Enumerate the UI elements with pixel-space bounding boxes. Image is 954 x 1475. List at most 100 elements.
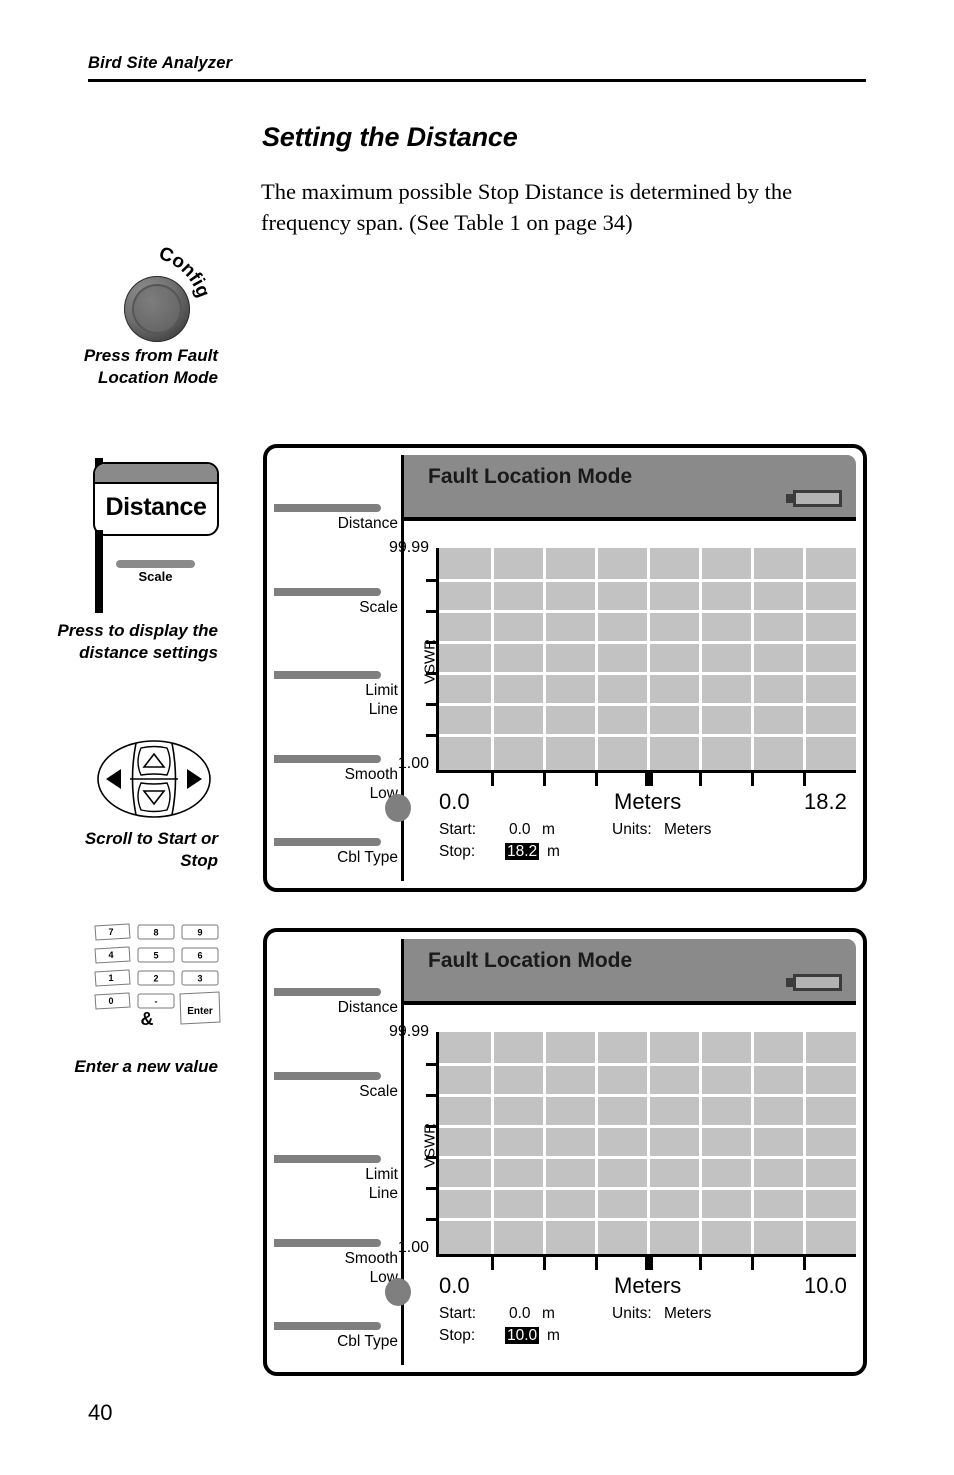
softkey-bar bbox=[274, 755, 381, 763]
softkey-bar bbox=[274, 838, 381, 846]
stop-label: Stop: bbox=[439, 1327, 476, 1344]
stop-value: 18.2 bbox=[505, 843, 540, 860]
x-max-label: 10.0 bbox=[804, 1273, 847, 1298]
gridline bbox=[439, 703, 856, 706]
key-8: 8 bbox=[153, 928, 158, 938]
chart-plot-area-1 bbox=[426, 548, 856, 786]
x-axis-tick bbox=[595, 1254, 598, 1270]
gridline bbox=[439, 641, 856, 644]
sidebar-item-label: Distance bbox=[337, 999, 398, 1016]
units-value: Meters bbox=[664, 1305, 712, 1322]
screen-2: Distance Scale Limit Line Smooth Low Cbl… bbox=[274, 939, 856, 1365]
x-axis-title: Meters bbox=[614, 1273, 682, 1298]
sidebar-item-label: Cbl Type bbox=[337, 1333, 398, 1350]
instrument-panel-2: Distance Scale Limit Line Smooth Low Cbl… bbox=[263, 928, 867, 1376]
softkey-bar bbox=[274, 988, 381, 996]
x-axis-tick bbox=[699, 770, 702, 786]
x-axis-center-marker bbox=[645, 1257, 653, 1270]
config-curved-text: Config bbox=[156, 243, 214, 300]
sidebar-item-label-2: Low bbox=[369, 1268, 398, 1286]
distance-caption: Press to display the distance settings bbox=[57, 621, 218, 662]
softkey-bar bbox=[274, 1239, 381, 1247]
sidebar-item-scale[interactable]: Scale bbox=[274, 1072, 401, 1102]
titlebar-2: Fault Location Mode bbox=[404, 939, 856, 1005]
x-axis-tick bbox=[751, 770, 754, 786]
dpad-down-arrow bbox=[142, 790, 166, 806]
chart-plot-area-2 bbox=[426, 1032, 856, 1270]
x-min-label: 0.0 bbox=[439, 1273, 470, 1298]
sidebar-item-label-2: Line bbox=[368, 700, 398, 718]
key-enter: Enter bbox=[187, 1006, 213, 1017]
y-axis-tick bbox=[426, 1187, 439, 1190]
sidebar-item-label: Limit bbox=[365, 1166, 398, 1183]
battery-icon bbox=[793, 974, 842, 991]
gridline bbox=[439, 1094, 856, 1097]
gridline bbox=[439, 610, 856, 613]
key-5: 5 bbox=[153, 951, 158, 961]
gridline bbox=[439, 672, 856, 675]
stop-value-field[interactable]: 18.2 bbox=[505, 843, 540, 861]
stop-unit: m bbox=[547, 843, 560, 860]
x-axis-tick bbox=[543, 1254, 546, 1270]
battery-nub bbox=[786, 978, 793, 987]
key-6: 6 bbox=[197, 951, 202, 961]
screen-1: Distance Scale Limit Line Smooth Low Cbl… bbox=[274, 455, 856, 881]
key-2: 2 bbox=[153, 974, 158, 984]
stop-value-field[interactable]: 10.0 bbox=[505, 1327, 540, 1345]
sidebar-item-distance[interactable]: Distance bbox=[274, 504, 401, 534]
x-axis-tick bbox=[491, 1254, 494, 1270]
mode-title: Fault Location Mode bbox=[428, 465, 633, 488]
stop-label: Stop: bbox=[439, 843, 476, 860]
y-axis-tick bbox=[426, 734, 439, 737]
gridline bbox=[439, 1063, 856, 1066]
keypad-icon[interactable]: 7 8 9 4 5 6 1 2 3 0 - Enter & bbox=[93, 922, 221, 1032]
battery-icon bbox=[793, 490, 842, 507]
softkey-column-2: Distance Scale Limit Line Smooth Low Cbl… bbox=[274, 939, 404, 1365]
callout-stem bbox=[95, 530, 103, 613]
gridline bbox=[439, 579, 856, 582]
scale-softkey-label: Scale bbox=[138, 569, 173, 584]
key-4: 4 bbox=[108, 950, 113, 960]
key-minus: - bbox=[155, 997, 158, 1007]
gridline bbox=[439, 1187, 856, 1190]
sidebar-item-cbl-type[interactable]: Cbl Type bbox=[274, 1322, 401, 1352]
start-unit: m bbox=[542, 821, 555, 838]
dpad-svg bbox=[97, 740, 211, 818]
scale-softkey-bar[interactable] bbox=[116, 560, 195, 568]
key-9: 9 bbox=[197, 928, 202, 938]
gridline bbox=[439, 1125, 856, 1128]
y-axis-tick bbox=[426, 610, 439, 613]
sidebar-item-label: Distance bbox=[337, 515, 398, 532]
marker-button[interactable] bbox=[385, 1278, 411, 1306]
y-min-label: 1.00 bbox=[397, 1239, 429, 1256]
marker-button[interactable] bbox=[385, 794, 411, 822]
start-unit: m bbox=[542, 1305, 555, 1322]
units-label: Units: bbox=[612, 821, 652, 838]
sidebar-item-scale[interactable]: Scale bbox=[274, 588, 401, 618]
sidebar-item-distance[interactable]: Distance bbox=[274, 988, 401, 1018]
y-axis-tick bbox=[426, 641, 439, 644]
page-number: 40 bbox=[88, 1400, 113, 1425]
sidebar-item-cbl-type[interactable]: Cbl Type bbox=[274, 838, 401, 868]
distance-softkey-button[interactable]: Distance bbox=[93, 462, 219, 536]
softkey-bar bbox=[274, 671, 381, 679]
body-paragraph: The maximum possible Stop Distance is de… bbox=[261, 179, 793, 235]
instruction-column: Config Press from Fault Location Mode Di… bbox=[0, 0, 250, 1475]
x-axis-tick bbox=[699, 1254, 702, 1270]
gridline bbox=[439, 734, 856, 737]
y-axis-tick bbox=[426, 1094, 439, 1097]
dpad-icon[interactable] bbox=[96, 740, 212, 818]
softkey-bar bbox=[274, 504, 381, 512]
sidebar-item-label-2: Line bbox=[368, 1184, 398, 1202]
units-label: Units: bbox=[612, 1305, 652, 1322]
sidebar-item-limit-line[interactable]: Limit Line bbox=[274, 1155, 401, 1203]
keypad-svg: 7 8 9 4 5 6 1 2 3 0 - Enter & bbox=[94, 923, 221, 1029]
stop-unit: m bbox=[547, 1327, 560, 1344]
units-value: Meters bbox=[664, 821, 712, 838]
start-value: 0.0 bbox=[509, 1305, 531, 1322]
sidebar-item-limit-line[interactable]: Limit Line bbox=[274, 671, 401, 719]
titlebar-1: Fault Location Mode bbox=[404, 455, 856, 521]
sidebar-item-label: Scale bbox=[359, 599, 398, 616]
config-knob-label: Config bbox=[152, 243, 242, 334]
y-max-label: 99.99 bbox=[388, 539, 429, 556]
